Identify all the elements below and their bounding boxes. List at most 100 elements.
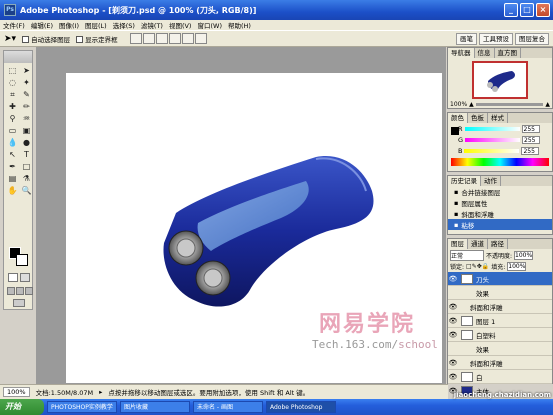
layer-effect-row[interactable]: 效果 bbox=[448, 286, 552, 300]
close-button[interactable]: × bbox=[536, 3, 550, 17]
notes-tool-icon[interactable]: ▤ bbox=[6, 173, 19, 184]
tab-layers[interactable]: 图层 bbox=[448, 239, 468, 249]
menu-filter[interactable]: 滤镜(T) bbox=[141, 20, 163, 30]
tab-paths[interactable]: 路径 bbox=[488, 239, 508, 249]
align-bottom-button[interactable] bbox=[155, 33, 168, 44]
slice-tool-icon[interactable]: ✎ bbox=[20, 89, 33, 100]
color-g-input[interactable]: 255 bbox=[522, 135, 541, 144]
zoom-slider[interactable] bbox=[475, 103, 544, 106]
tab-histogram[interactable]: 直方图 bbox=[495, 48, 521, 58]
layer-effect-row[interactable]: 👁 斜面和浮雕 bbox=[448, 356, 552, 370]
history-item[interactable]: ▪ 斜面和浮雕 bbox=[448, 208, 552, 219]
history-brush-icon[interactable]: ♒ bbox=[20, 113, 33, 124]
history-item[interactable]: ▪ 图层属性 bbox=[448, 197, 552, 208]
align-center-button[interactable] bbox=[181, 33, 194, 44]
tab-swatches[interactable]: 色板 bbox=[468, 113, 488, 123]
eye-icon[interactable]: 👁 bbox=[448, 331, 458, 339]
eraser-tool-icon[interactable]: ▭ bbox=[6, 125, 19, 136]
doc-size[interactable]: 文档:1.50M/8.07M bbox=[36, 387, 94, 397]
align-left-button[interactable] bbox=[168, 33, 181, 44]
screen-mode-2-button[interactable] bbox=[16, 287, 24, 295]
magic-wand-icon[interactable]: ✦ bbox=[20, 77, 33, 88]
standard-mode-button[interactable] bbox=[8, 273, 18, 282]
layer-row[interactable]: 👁 白塑料 bbox=[448, 328, 552, 342]
menu-help[interactable]: 帮助(H) bbox=[228, 20, 251, 30]
quick-mask-button[interactable] bbox=[20, 273, 30, 282]
hand-tool-icon[interactable]: ✋ bbox=[6, 185, 19, 196]
stamp-tool-icon[interactable]: ⚲ bbox=[6, 113, 19, 124]
tab-actions[interactable]: 动作 bbox=[481, 176, 501, 186]
minimize-button[interactable]: _ bbox=[504, 3, 518, 17]
show-bounds-checkbox[interactable]: 显示定界框 bbox=[76, 34, 118, 44]
blend-mode-select[interactable]: 正常 bbox=[450, 249, 484, 261]
eye-icon[interactable]: 👁 bbox=[448, 317, 458, 325]
tab-tool-presets[interactable]: 工具预设 bbox=[479, 33, 513, 45]
task-button[interactable]: 图片收藏 bbox=[120, 401, 190, 413]
eyedropper-icon[interactable]: ⚗ bbox=[20, 173, 33, 184]
menu-layer[interactable]: 图层(L) bbox=[85, 20, 107, 30]
task-button[interactable]: PHOTOSHOP实例教学 bbox=[47, 401, 117, 413]
layer-effect-row[interactable]: 效果 bbox=[448, 342, 552, 356]
menu-file[interactable]: 文件(F) bbox=[3, 20, 25, 30]
lock-icons[interactable]: □✎✥🔒 bbox=[466, 263, 489, 270]
navigator-preview[interactable] bbox=[472, 61, 528, 99]
tab-color[interactable]: 颜色 bbox=[448, 113, 468, 123]
tab-styles[interactable]: 样式 bbox=[488, 113, 508, 123]
marquee-tool-icon[interactable]: ⬚ bbox=[6, 65, 19, 76]
layer-row[interactable]: 👁 白 bbox=[448, 370, 552, 384]
fill-input[interactable]: 100% bbox=[507, 262, 527, 271]
eye-icon[interactable]: 👁 bbox=[448, 275, 458, 283]
menu-select[interactable]: 选择(S) bbox=[113, 20, 135, 30]
status-arrow-icon[interactable]: ▸ bbox=[99, 388, 102, 396]
auto-select-checkbox[interactable]: 自动选择图层 bbox=[22, 34, 70, 44]
screen-mode-3-button[interactable] bbox=[25, 287, 33, 295]
start-button[interactable]: 开始 bbox=[0, 399, 44, 415]
layer-row[interactable]: 👁 图层 1 bbox=[448, 314, 552, 328]
type-tool-icon[interactable]: T bbox=[20, 149, 33, 160]
align-top-button[interactable] bbox=[129, 33, 142, 44]
layer-effect-row[interactable]: 👁 斜面和浮雕 bbox=[448, 300, 552, 314]
zoom-tool-icon[interactable]: 🔍 bbox=[20, 185, 33, 196]
color-r-input[interactable]: 255 bbox=[521, 124, 540, 133]
toolbox-header[interactable] bbox=[4, 51, 32, 63]
opacity-input[interactable]: 100% bbox=[514, 250, 534, 260]
blur-tool-icon[interactable]: 💧 bbox=[6, 137, 19, 148]
eye-icon[interactable]: 👁 bbox=[448, 359, 458, 367]
zoom-in-icon[interactable]: ▲ bbox=[545, 101, 550, 108]
screen-mode-1-button[interactable] bbox=[7, 287, 15, 295]
history-item[interactable]: ▪ 合并链接图层 bbox=[448, 186, 552, 197]
navigator-zoom[interactable]: 100% bbox=[450, 101, 467, 108]
healing-brush-icon[interactable]: ✚ bbox=[6, 101, 19, 112]
maximize-button[interactable]: □ bbox=[520, 3, 534, 17]
eye-icon[interactable]: 👁 bbox=[448, 373, 458, 381]
task-button-active[interactable]: Adobe Photoshop bbox=[266, 401, 336, 413]
menu-view[interactable]: 视图(V) bbox=[169, 20, 192, 30]
eye-icon[interactable]: 👁 bbox=[448, 303, 458, 311]
tab-channels[interactable]: 通道 bbox=[468, 239, 488, 249]
color-fg-swatch[interactable] bbox=[451, 127, 459, 135]
menu-image[interactable]: 图像(I) bbox=[59, 20, 79, 30]
tab-layer-comps[interactable]: 图层复合 bbox=[515, 33, 549, 45]
brush-tool-icon[interactable]: ✏ bbox=[20, 101, 33, 112]
tab-brushes[interactable]: 画笔 bbox=[456, 33, 477, 45]
tab-info[interactable]: 信息 bbox=[475, 48, 495, 58]
layer-row-selected[interactable]: 👁 刀头 bbox=[448, 272, 552, 286]
menu-edit[interactable]: 编辑(E) bbox=[31, 20, 53, 30]
tab-navigator[interactable]: 导航器 bbox=[448, 48, 475, 58]
shape-tool-icon[interactable]: □ bbox=[20, 161, 33, 172]
tab-history[interactable]: 历史记录 bbox=[448, 176, 481, 186]
crop-tool-icon[interactable]: ⌗ bbox=[6, 89, 19, 100]
jump-to-imageready-button[interactable] bbox=[13, 299, 25, 307]
path-select-icon[interactable]: ↖ bbox=[6, 149, 19, 160]
zoom-out-icon[interactable]: ▲ bbox=[469, 101, 474, 108]
move-tool-icon[interactable]: ➤ bbox=[20, 65, 33, 76]
color-spectrum[interactable] bbox=[451, 158, 549, 166]
gradient-tool-icon[interactable]: ▣ bbox=[20, 125, 33, 136]
move-tool-icon[interactable]: ➤▾ bbox=[4, 34, 16, 44]
history-item-selected[interactable]: ▪ 粘移 bbox=[448, 219, 552, 230]
lasso-tool-icon[interactable]: ◌ bbox=[6, 77, 19, 88]
dodge-tool-icon[interactable]: ● bbox=[20, 137, 33, 148]
pen-tool-icon[interactable]: ✒ bbox=[6, 161, 19, 172]
zoom-field[interactable]: 100% bbox=[3, 387, 30, 397]
color-b-input[interactable]: 255 bbox=[521, 146, 540, 155]
